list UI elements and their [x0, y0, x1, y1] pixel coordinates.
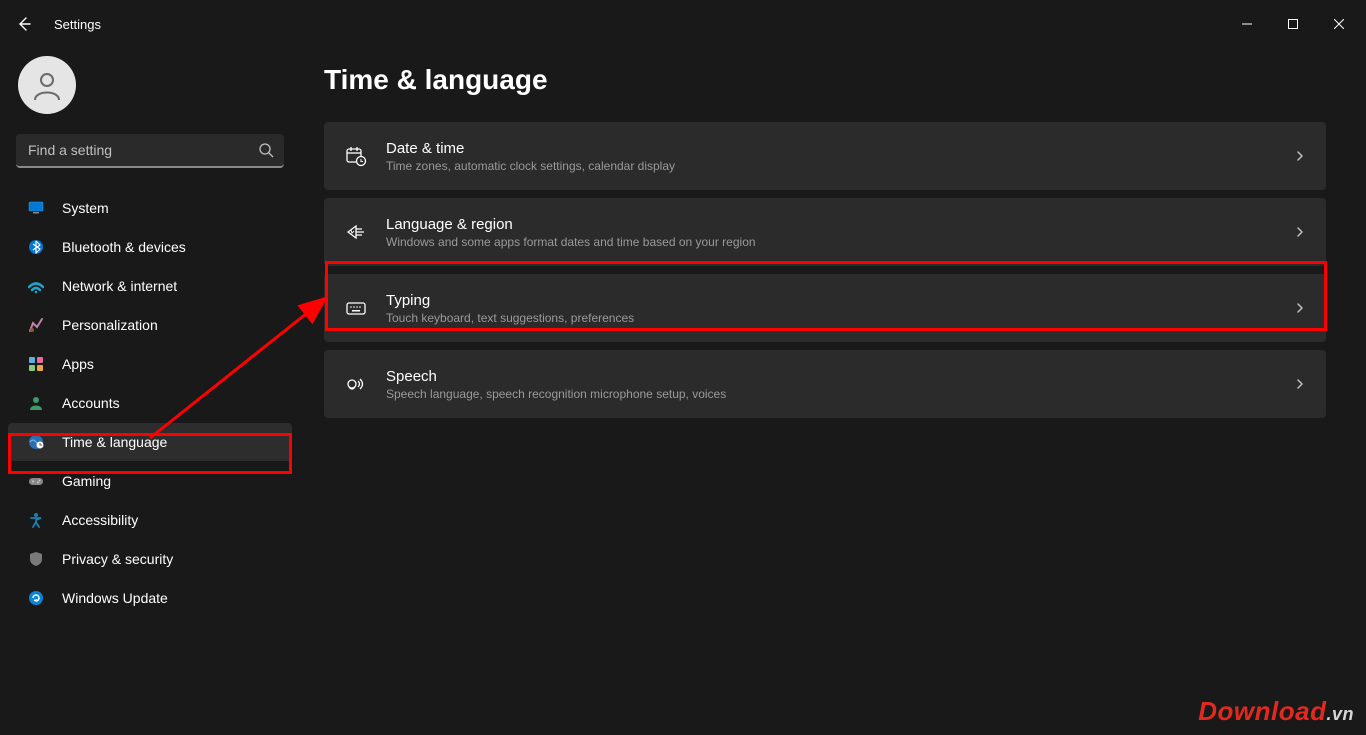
- update-icon: [28, 590, 44, 606]
- sidebar-item-accessibility[interactable]: Accessibility: [8, 501, 292, 539]
- sidebar-item-gaming[interactable]: Gaming: [8, 462, 292, 500]
- sidebar-item-label: Windows Update: [62, 590, 168, 606]
- main-content: Time & language Date & time Time zones, a…: [300, 48, 1366, 735]
- datetime-icon: [344, 144, 368, 168]
- privacy-icon: [28, 551, 44, 567]
- card-body: Language & region Windows and some apps f…: [386, 216, 1282, 249]
- back-button[interactable]: [4, 4, 44, 44]
- sidebar-item-label: System: [62, 200, 109, 216]
- sidebar-item-label: Accessibility: [62, 512, 138, 528]
- settings-card-typing[interactable]: Typing Touch keyboard, text suggestions, …: [324, 274, 1326, 342]
- card-subtitle: Speech language, speech recognition micr…: [386, 387, 1282, 401]
- region-icon: [344, 220, 368, 244]
- card-body: Typing Touch keyboard, text suggestions, …: [386, 292, 1282, 325]
- search-field-wrap: [16, 134, 284, 168]
- page-title: Time & language: [324, 64, 1326, 96]
- sidebar-item-label: Time & language: [62, 434, 167, 450]
- chevron-right-icon: [1294, 302, 1306, 314]
- card-subtitle: Time zones, automatic clock settings, ca…: [386, 159, 1282, 173]
- sidebar-item-accounts[interactable]: Accounts: [8, 384, 292, 422]
- gaming-icon: [28, 473, 44, 489]
- sidebar-item-label: Network & internet: [62, 278, 177, 294]
- sidebar-item-label: Bluetooth & devices: [62, 239, 186, 255]
- typing-icon: [344, 296, 368, 320]
- network-icon: [28, 278, 44, 294]
- watermark: Download.vn: [1198, 696, 1354, 727]
- settings-card-language-region[interactable]: Language & region Windows and some apps f…: [324, 198, 1326, 266]
- watermark-brand: Download: [1198, 696, 1326, 726]
- system-icon: [28, 200, 44, 216]
- window-controls: [1224, 8, 1362, 40]
- close-button[interactable]: [1316, 8, 1362, 40]
- maximize-button[interactable]: [1270, 8, 1316, 40]
- sidebar-nav: System Bluetooth & devices Network & inter…: [0, 188, 300, 735]
- search-input[interactable]: [16, 134, 284, 168]
- settings-card-list: Date & time Time zones, automatic clock s…: [324, 122, 1326, 418]
- chevron-right-icon: [1294, 150, 1306, 162]
- card-body: Date & time Time zones, automatic clock s…: [386, 140, 1282, 173]
- window-title: Settings: [54, 17, 101, 32]
- card-title: Language & region: [386, 216, 1282, 233]
- sidebar-item-bluetooth-devices[interactable]: Bluetooth & devices: [8, 228, 292, 266]
- card-title: Date & time: [386, 140, 1282, 157]
- sidebar-item-label: Personalization: [62, 317, 158, 333]
- sidebar-item-label: Accounts: [62, 395, 120, 411]
- accounts-icon: [28, 395, 44, 411]
- card-subtitle: Windows and some apps format dates and t…: [386, 235, 1282, 249]
- bluetooth-icon: [28, 239, 44, 255]
- sidebar-item-network-internet[interactable]: Network & internet: [8, 267, 292, 305]
- sidebar-item-personalization[interactable]: Personalization: [8, 306, 292, 344]
- minimize-button[interactable]: [1224, 8, 1270, 40]
- card-title: Typing: [386, 292, 1282, 309]
- settings-card-speech[interactable]: Speech Speech language, speech recognitio…: [324, 350, 1326, 418]
- speech-icon: [344, 372, 368, 396]
- arrow-left-icon: [16, 16, 32, 32]
- sidebar-item-system[interactable]: System: [8, 189, 292, 227]
- sidebar-item-label: Privacy & security: [62, 551, 173, 567]
- avatar[interactable]: [18, 56, 76, 114]
- sidebar-item-label: Gaming: [62, 473, 111, 489]
- sidebar-item-label: Apps: [62, 356, 94, 372]
- sidebar: System Bluetooth & devices Network & inter…: [0, 48, 300, 735]
- sidebar-item-privacy-security[interactable]: Privacy & security: [8, 540, 292, 578]
- time-icon: [28, 434, 44, 450]
- sidebar-item-time-language[interactable]: Time & language: [8, 423, 292, 461]
- titlebar: Settings: [0, 0, 1366, 48]
- chevron-right-icon: [1294, 226, 1306, 238]
- person-icon: [30, 68, 64, 102]
- sidebar-item-apps[interactable]: Apps: [8, 345, 292, 383]
- apps-icon: [28, 356, 44, 372]
- accessibility-icon: [28, 512, 44, 528]
- personalization-icon: [28, 317, 44, 333]
- card-body: Speech Speech language, speech recognitio…: [386, 368, 1282, 401]
- chevron-right-icon: [1294, 378, 1306, 390]
- settings-card-date-time[interactable]: Date & time Time zones, automatic clock s…: [324, 122, 1326, 190]
- card-title: Speech: [386, 368, 1282, 385]
- sidebar-item-windows-update[interactable]: Windows Update: [8, 579, 292, 617]
- card-subtitle: Touch keyboard, text suggestions, prefer…: [386, 311, 1282, 325]
- watermark-tld: .vn: [1326, 704, 1354, 724]
